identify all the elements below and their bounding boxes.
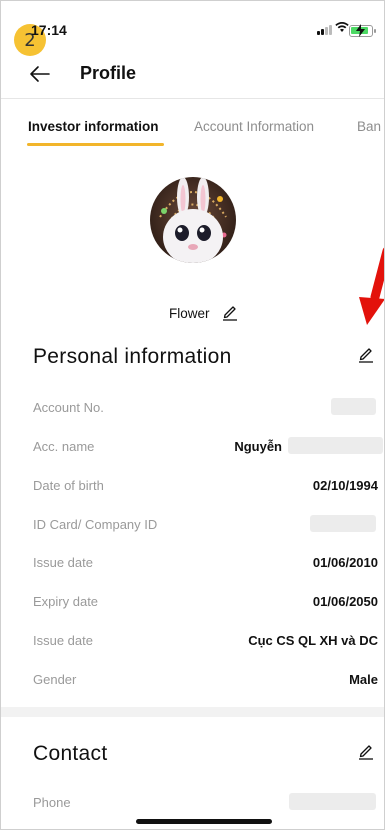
row-label: ID Card/ Company ID — [33, 517, 158, 532]
screen: 2 17:14 Profile Investor information Acc… — [0, 0, 385, 830]
row-id-card: ID Card/ Company ID — [33, 515, 378, 537]
row-label: Phone — [33, 795, 71, 810]
row-value: 01/06/2010 — [312, 555, 378, 570]
row-issue-place: Issue date Cục CS QL XH và DC — [33, 633, 378, 653]
row-date-of-birth: Date of birth 02/10/1994 — [33, 478, 378, 498]
page-title: Profile — [80, 63, 137, 83]
edit-contact-pencil-icon[interactable] — [358, 742, 374, 760]
back-arrow-icon[interactable] — [27, 61, 53, 87]
edit-personal-pencil-icon[interactable] — [358, 345, 374, 363]
row-label: Date of birth — [33, 478, 104, 493]
row-value: Male — [349, 672, 378, 687]
row-label: Expiry date — [33, 594, 99, 609]
active-tab-indicator — [27, 143, 164, 146]
annotation-arrow-icon — [349, 245, 384, 341]
section-divider — [1, 707, 384, 717]
tab-investor-information[interactable]: Investor information — [28, 119, 159, 134]
row-gender: Gender Male — [33, 672, 378, 692]
row-label: Acc. name — [33, 439, 95, 454]
redacted-value — [331, 398, 376, 415]
row-value: Nguyễn — [234, 439, 282, 454]
edit-name-pencil-icon[interactable] — [222, 303, 238, 321]
row-label: Issue date — [33, 555, 93, 570]
row-value: Cục CS QL XH và DC — [248, 633, 378, 648]
signal-icon — [317, 25, 332, 35]
personal-information-title: Personal information — [33, 345, 232, 368]
tab-bank[interactable]: Ban — [357, 119, 381, 134]
row-expiry-date: Expiry date 01/06/2050 — [33, 594, 378, 614]
status-bar: 2 17:14 — [1, 1, 384, 56]
battery-icon — [349, 24, 376, 37]
redacted-value — [288, 437, 383, 454]
redacted-value — [289, 793, 376, 810]
tab-account-information[interactable]: Account Information — [194, 119, 314, 134]
row-label: Issue date — [33, 633, 93, 648]
status-time: 17:14 — [31, 22, 67, 38]
app-header: Profile — [1, 53, 384, 95]
row-label: Gender — [33, 672, 77, 687]
row-phone: Phone — [33, 793, 378, 815]
home-indicator — [136, 819, 272, 824]
row-account-no: Account No. — [33, 398, 378, 420]
avatar[interactable] — [150, 177, 236, 263]
row-value: 02/10/1994 — [312, 478, 378, 493]
redacted-value — [310, 515, 376, 532]
row-acc-name: Acc. name Nguyễn — [33, 437, 383, 459]
row-value: 01/06/2050 — [312, 594, 378, 609]
wifi-icon — [335, 20, 349, 36]
contact-title: Contact — [33, 742, 108, 765]
row-issue-date: Issue date 01/06/2010 — [33, 555, 378, 575]
row-label: Account No. — [33, 400, 104, 415]
header-divider — [1, 98, 384, 99]
display-name: Flower — [169, 306, 210, 321]
